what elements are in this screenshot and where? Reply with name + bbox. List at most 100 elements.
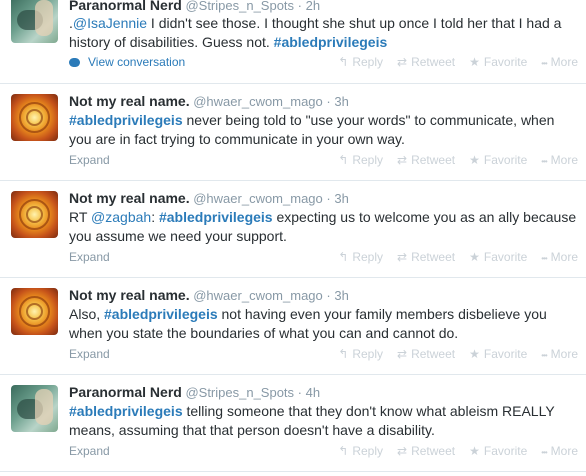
reply-button[interactable]: ↰ Reply bbox=[338, 347, 383, 361]
author-name[interactable]: Not my real name. bbox=[69, 93, 190, 109]
timestamp[interactable]: 2h bbox=[306, 0, 320, 13]
more-label: More bbox=[550, 153, 578, 167]
timestamp[interactable]: 3h bbox=[334, 94, 348, 109]
separator-dot: · bbox=[326, 288, 331, 303]
tweet-header: Not my real name. @hwaer_cwom_mago · 3h bbox=[69, 93, 349, 109]
retweet-label: Retweet bbox=[411, 250, 456, 264]
avatar[interactable] bbox=[11, 288, 58, 335]
tweet-header: Not my real name. @hwaer_cwom_mago · 3h bbox=[69, 190, 349, 206]
tweet-actions: ↰ Reply ⇄ Retweet ★ Favorite ••• More bbox=[324, 153, 578, 167]
more-button[interactable]: ••• More bbox=[541, 153, 578, 167]
author-handle[interactable]: @Stripes_n_Spots bbox=[185, 385, 294, 400]
author-name[interactable]: Paranormal Nerd bbox=[69, 0, 182, 13]
more-icon: ••• bbox=[541, 254, 547, 263]
hashtag-link[interactable]: #abledprivilegeis bbox=[274, 34, 388, 50]
favorite-button[interactable]: ★ Favorite bbox=[469, 444, 527, 458]
tweet[interactable]: Paranormal Nerd @Stripes_n_Spots · 4h #a… bbox=[0, 375, 586, 472]
favorite-label: Favorite bbox=[483, 55, 528, 69]
tweet[interactable]: Not my real name. @hwaer_cwom_mago · 3h … bbox=[0, 84, 586, 181]
retweet-button[interactable]: ⇄ Retweet bbox=[397, 347, 455, 361]
view-conversation-label: View conversation bbox=[88, 55, 186, 69]
expand-link[interactable]: Expand bbox=[69, 347, 110, 361]
conversation-bubble-icon bbox=[69, 58, 80, 67]
avatar[interactable] bbox=[11, 0, 58, 43]
tweet-text: RT @zagbah: #abledprivilegeis expecting … bbox=[69, 208, 579, 246]
reply-button[interactable]: ↰ Reply bbox=[338, 153, 383, 167]
reply-label: Reply bbox=[352, 250, 384, 264]
tweet[interactable]: Paranormal Nerd @Stripes_n_Spots · 2h .@… bbox=[0, 0, 586, 84]
star-icon: ★ bbox=[469, 444, 480, 458]
tweet-text-segment: : bbox=[151, 209, 159, 225]
tweet-actions: ↰ Reply ⇄ Retweet ★ Favorite ••• More bbox=[324, 55, 578, 69]
author-handle[interactable]: @hwaer_cwom_mago bbox=[193, 94, 323, 109]
retweet-icon: ⇄ bbox=[397, 250, 408, 264]
reply-icon: ↰ bbox=[338, 444, 349, 458]
tweet-text: #abledprivilegeis never being told to "u… bbox=[69, 111, 579, 149]
author-name[interactable]: Not my real name. bbox=[69, 287, 190, 303]
expand-link[interactable]: Expand bbox=[69, 153, 110, 167]
retweet-button[interactable]: ⇄ Retweet bbox=[397, 250, 455, 264]
favorite-button[interactable]: ★ Favorite bbox=[469, 250, 527, 264]
author-name[interactable]: Paranormal Nerd bbox=[69, 384, 182, 400]
author-handle[interactable]: @hwaer_cwom_mago bbox=[193, 191, 323, 206]
tweet-text: .@IsaJennie I didn't see those. I though… bbox=[69, 14, 579, 52]
reply-button[interactable]: ↰ Reply bbox=[338, 444, 383, 458]
star-icon: ★ bbox=[469, 250, 480, 264]
retweet-icon: ⇄ bbox=[397, 347, 408, 361]
tweet-actions: ↰ Reply ⇄ Retweet ★ Favorite ••• More bbox=[324, 250, 578, 264]
reply-label: Reply bbox=[352, 153, 384, 167]
hashtag-link[interactable]: #abledprivilegeis bbox=[69, 112, 183, 128]
hashtag-link[interactable]: #abledprivilegeis bbox=[104, 306, 218, 322]
more-button[interactable]: ••• More bbox=[541, 55, 578, 69]
retweet-label: Retweet bbox=[411, 444, 456, 458]
more-label: More bbox=[550, 55, 578, 69]
tweet-actions: ↰ Reply ⇄ Retweet ★ Favorite ••• More bbox=[324, 347, 578, 361]
tweet[interactable]: Not my real name. @hwaer_cwom_mago · 3h … bbox=[0, 278, 586, 375]
favorite-button[interactable]: ★ Favorite bbox=[469, 347, 527, 361]
retweet-button[interactable]: ⇄ Retweet bbox=[397, 444, 455, 458]
more-label: More bbox=[550, 250, 578, 264]
hashtag-link[interactable]: #abledprivilegeis bbox=[69, 403, 183, 419]
author-name[interactable]: Not my real name. bbox=[69, 190, 190, 206]
tweet[interactable]: Not my real name. @hwaer_cwom_mago · 3h … bbox=[0, 181, 586, 278]
more-button[interactable]: ••• More bbox=[541, 250, 578, 264]
favorite-button[interactable]: ★ Favorite bbox=[469, 55, 527, 69]
favorite-button[interactable]: ★ Favorite bbox=[469, 153, 527, 167]
favorite-label: Favorite bbox=[483, 347, 528, 361]
hashtag-link[interactable]: #abledprivilegeis bbox=[159, 209, 273, 225]
reply-button[interactable]: ↰ Reply bbox=[338, 55, 383, 69]
favorite-label: Favorite bbox=[483, 153, 528, 167]
view-conversation-link[interactable]: View conversation bbox=[69, 55, 185, 69]
star-icon: ★ bbox=[469, 153, 480, 167]
reply-label: Reply bbox=[352, 347, 384, 361]
mention-link[interactable]: @IsaJennie bbox=[73, 15, 147, 31]
reply-icon: ↰ bbox=[338, 153, 349, 167]
expand-link[interactable]: Expand bbox=[69, 250, 110, 264]
more-button[interactable]: ••• More bbox=[541, 444, 578, 458]
timestamp[interactable]: 4h bbox=[306, 385, 320, 400]
author-handle[interactable]: @Stripes_n_Spots bbox=[185, 0, 294, 13]
tweet-text-segment: RT bbox=[69, 209, 92, 225]
mention-link[interactable]: @zagbah bbox=[91, 209, 151, 225]
more-label: More bbox=[550, 444, 578, 458]
author-handle[interactable]: @hwaer_cwom_mago bbox=[193, 288, 323, 303]
avatar[interactable] bbox=[11, 191, 58, 238]
avatar[interactable] bbox=[11, 94, 58, 141]
reply-label: Reply bbox=[352, 444, 384, 458]
tweet-text-segment: Also, bbox=[69, 306, 105, 322]
reply-button[interactable]: ↰ Reply bbox=[338, 250, 383, 264]
retweet-button[interactable]: ⇄ Retweet bbox=[397, 153, 455, 167]
timestamp[interactable]: 3h bbox=[334, 288, 348, 303]
reply-icon: ↰ bbox=[338, 347, 349, 361]
retweet-button[interactable]: ⇄ Retweet bbox=[397, 55, 455, 69]
retweet-icon: ⇄ bbox=[397, 55, 408, 69]
more-button[interactable]: ••• More bbox=[541, 347, 578, 361]
retweet-icon: ⇄ bbox=[397, 444, 408, 458]
timestamp[interactable]: 3h bbox=[334, 191, 348, 206]
separator-dot: · bbox=[297, 0, 303, 13]
avatar[interactable] bbox=[11, 385, 58, 432]
reply-icon: ↰ bbox=[338, 55, 349, 69]
expand-link[interactable]: Expand bbox=[69, 444, 110, 458]
favorite-label: Favorite bbox=[483, 444, 528, 458]
star-icon: ★ bbox=[469, 347, 480, 361]
